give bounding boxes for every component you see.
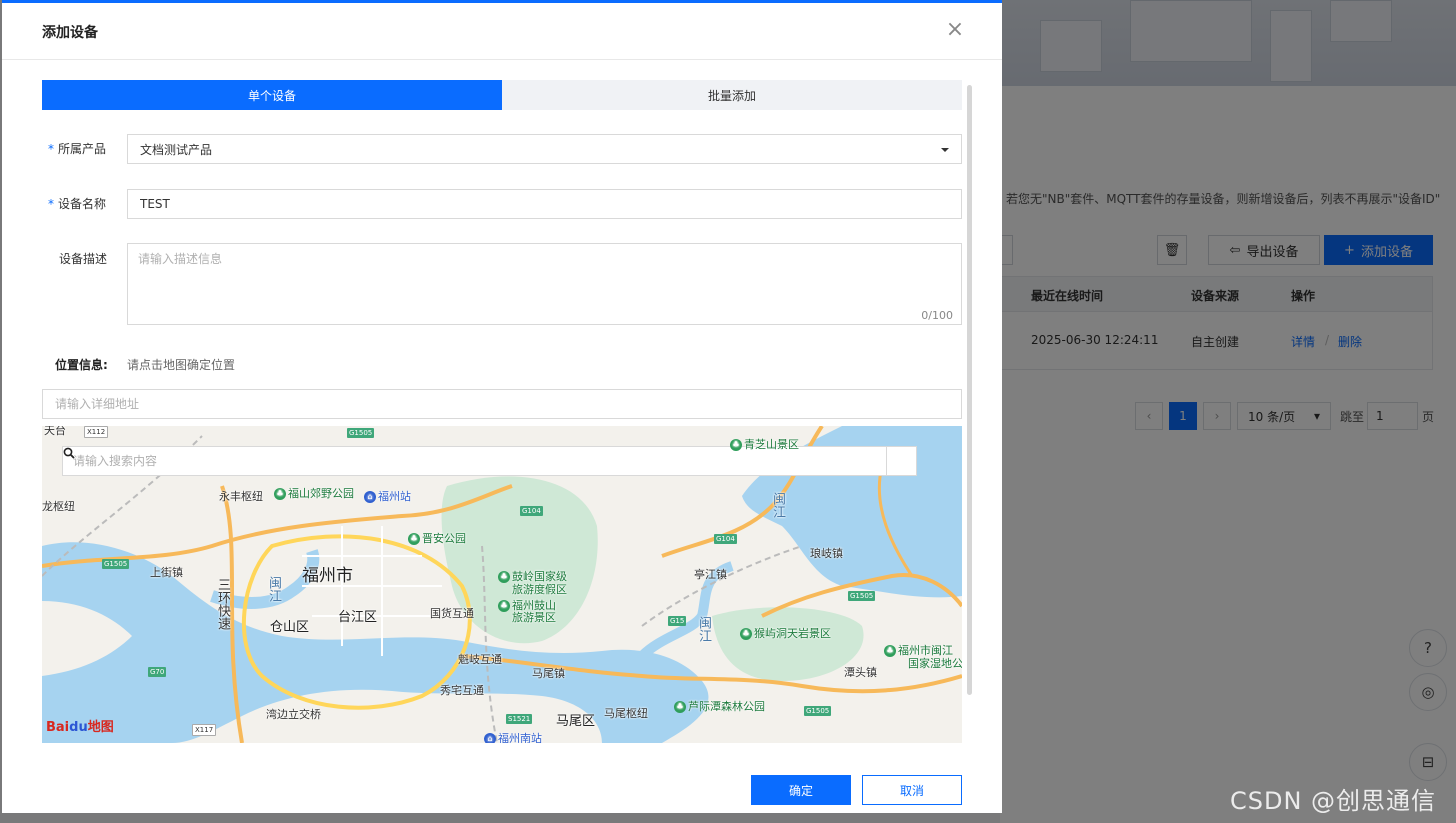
map-label-jinan-park-text: 晋安公园 [422, 532, 466, 545]
baidu-logo-part2: du [69, 720, 88, 735]
device-name-field[interactable] [127, 189, 962, 219]
park-icon: ♣ [740, 628, 752, 640]
description-label: 设备描述 [59, 252, 108, 266]
map-search-input[interactable] [63, 454, 886, 468]
tab-single-device[interactable]: 单个设备 [42, 80, 502, 110]
map-label-tingjiang: 亭江镇 [694, 568, 727, 581]
train-icon: ⌂ [484, 733, 496, 743]
baidu-logo-part1: Bai [46, 720, 70, 735]
map-label-city: 福州市 [302, 566, 353, 586]
required-mark: * [48, 197, 54, 211]
location-hint: 请点击地图确定位置 [127, 358, 236, 372]
map-label-fuzhou-south: ⌂ 福州南站 [484, 730, 542, 743]
caret-down-icon [941, 148, 949, 152]
product-select-value: 文档测试产品 [140, 142, 213, 157]
modal-scrollbar[interactable] [967, 85, 972, 695]
map-label-houyudong: ♣ 猴屿洞天岩景区 [740, 625, 831, 641]
modal-title: 添加设备 [42, 25, 98, 41]
map-label-taijiang: 台江区 [338, 610, 378, 625]
map-label-fuzhou-station-text: 福州站 [378, 490, 411, 503]
park-icon: ♣ [730, 439, 742, 451]
product-select[interactable]: 文档测试产品 [127, 134, 962, 164]
map-label-luji-text: 芦际潭森林公园 [688, 700, 765, 713]
road-g1505-b: G1505 [102, 559, 130, 569]
device-name-label-text: 设备名称 [58, 197, 107, 211]
map-label-minjiang-2: 闽江 [696, 616, 711, 642]
add-device-modal: 添加设备 × 单个设备 批量添加 * 所属产品 文档测试产品 * 设备名称 设备描述… [2, 0, 1002, 813]
map-label-tantou: 潭头镇 [844, 666, 877, 679]
cancel-button[interactable]: 取消 [862, 775, 962, 805]
train-icon: ⌂ [364, 491, 376, 503]
product-label-text: 所属产品 [58, 142, 107, 156]
address-input[interactable] [53, 396, 951, 412]
map-label-guling-2: 旅游度假区 [512, 583, 567, 596]
map-label-luji: ♣ 芦际潭森林公园 [674, 698, 765, 714]
map-label-sanhuan: 三环快速 [215, 578, 230, 630]
description-counter: 0/100 [921, 309, 953, 322]
map-label-minjiang-wetland-2: 国家湿地公 [908, 657, 962, 670]
map-label-gushan-2: 旅游景区 [512, 611, 556, 624]
road-g1505-d: G1505 [804, 706, 832, 716]
park-icon: ♣ [408, 533, 420, 545]
watermark: CSDN @创思通信 [1230, 787, 1437, 815]
address-field[interactable] [42, 389, 962, 419]
device-name-label: * 设备名称 [48, 195, 106, 212]
map-label-fuzhou-south-text: 福州南站 [498, 732, 542, 743]
map-canvas[interactable]: 天台 X112 G1505 ♣青芝山景区 永丰枢纽 ♣福山郊野公园 ⌂福州站 龙… [42, 426, 962, 743]
map-label-mawei-hub: 马尾枢纽 [604, 707, 648, 720]
product-label: * 所属产品 [48, 140, 106, 157]
park-icon: ♣ [884, 645, 896, 657]
map-label-fushan-park: ♣ 福山郊野公园 [274, 485, 354, 501]
map-label-mawei: 马尾区 [556, 714, 596, 729]
road-s1521: S1521 [506, 714, 533, 724]
map-label-kuiqi: 魁岐互通 [458, 653, 502, 666]
map-label-yongfeng: 永丰枢纽 [219, 490, 263, 503]
map-label-jinan-park: ♣ 晋安公园 [408, 530, 466, 546]
description-field[interactable]: 0/100 [127, 243, 962, 325]
tab-batch-add[interactable]: 批量添加 [502, 80, 962, 110]
map-search-button[interactable] [63, 447, 916, 475]
map-label-xiuzhai: 秀宅互通 [440, 684, 484, 697]
map-label-mawei-town: 马尾镇 [532, 667, 565, 680]
confirm-button[interactable]: 确定 [751, 775, 851, 805]
road-g70: G70 [148, 667, 167, 677]
park-icon: ♣ [274, 488, 286, 500]
road-g1505-a: G1505 [347, 428, 375, 438]
park-icon: ♣ [498, 571, 510, 583]
road-x117: X117 [192, 724, 217, 736]
map-label-shangjie: 上街镇 [150, 566, 183, 579]
required-mark: * [48, 142, 54, 156]
road-g104-b: G104 [714, 534, 737, 544]
map-label-minjiang-1: 闽江 [266, 576, 281, 602]
device-mode-tabs: 单个设备 批量添加 [42, 80, 962, 110]
map-label-longshu: 龙枢纽 [42, 500, 75, 513]
device-name-input[interactable] [140, 197, 949, 211]
map-label-wanbian: 湾边立交桥 [266, 708, 321, 721]
map-label-minjiang-3: 闽江 [770, 492, 785, 518]
map-label-cangshan: 仓山区 [270, 620, 310, 635]
baidu-map-logo: Baidu地图 [46, 716, 114, 735]
road-g15: G15 [668, 616, 687, 626]
map-label-fuzhou-station: ⌂ 福州站 [364, 488, 411, 504]
search-icon [63, 447, 75, 459]
baidu-logo-part3: 地图 [87, 720, 114, 735]
map-label-top-park-text: 青芝山景区 [744, 438, 799, 451]
road-x112: X112 [84, 426, 109, 438]
modal-header: 添加设备 × [2, 3, 1002, 60]
map-label-top-left: 天台 [44, 426, 66, 437]
location-label: 位置信息: [55, 358, 108, 372]
map-label-langqi: 琅岐镇 [810, 547, 843, 560]
map-label-fushan-park-text: 福山郊野公园 [288, 487, 354, 500]
close-icon[interactable]: × [944, 19, 966, 41]
description-textarea[interactable] [128, 244, 961, 324]
road-g104-a: G104 [520, 506, 543, 516]
map-label-top-park: ♣ 青芝山景区 [730, 436, 799, 452]
road-g1505-c: G1505 [848, 591, 876, 601]
map-label-houyudong-text: 猴屿洞天岩景区 [754, 627, 831, 640]
park-icon: ♣ [498, 600, 510, 612]
park-icon: ♣ [674, 701, 686, 713]
map-label-guohuo: 国货互通 [430, 607, 474, 620]
